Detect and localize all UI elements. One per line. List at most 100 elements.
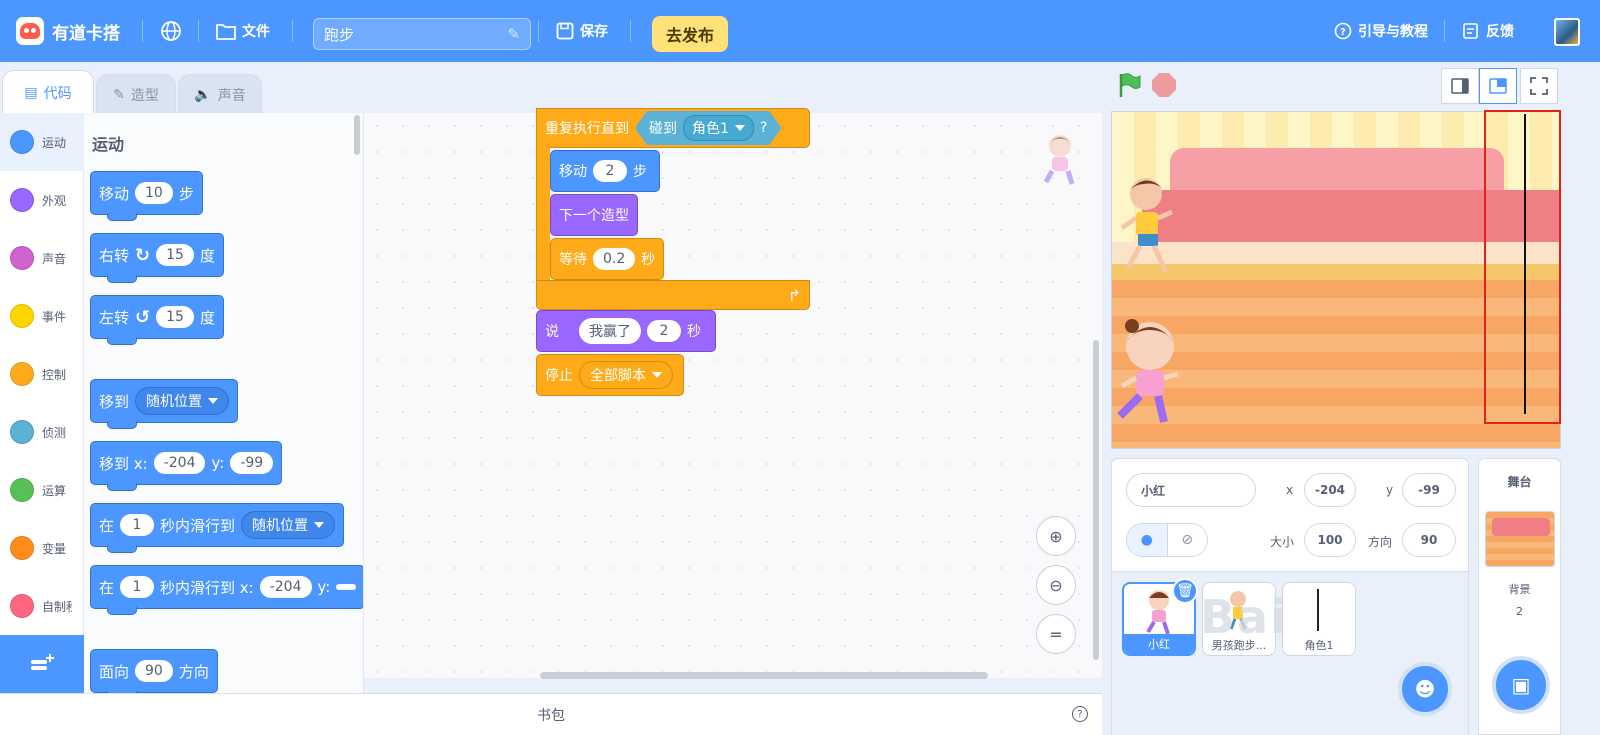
category-label: 变量 xyxy=(42,541,67,556)
category-label: 自制积木 xyxy=(42,599,72,614)
app-logo[interactable]: 有道卡搭 xyxy=(16,0,120,62)
small-stage-button[interactable] xyxy=(1441,68,1479,104)
block-glide-xy[interactable]: 在 1 秒内滑行到 x: -204 y: xyxy=(90,565,363,615)
sprite-name-field[interactable]: 小红 xyxy=(1126,473,1256,507)
category-events[interactable]: 事件 xyxy=(0,287,84,345)
publish-button[interactable]: 去发布 xyxy=(652,16,728,52)
workspace-v-scrollbar[interactable] xyxy=(1093,340,1099,660)
block-move-steps[interactable]: 移动 10 步 xyxy=(90,171,203,221)
code-workspace[interactable] xyxy=(364,113,1102,678)
block-dropdown[interactable]: 随机位置 xyxy=(241,511,336,539)
avatar[interactable] xyxy=(1554,18,1580,46)
boy-runner-sprite xyxy=(1120,178,1173,274)
tab-costumes[interactable]: ✎ 造型 xyxy=(96,74,176,114)
block-input[interactable]: 我赢了 xyxy=(579,318,641,344)
block-input[interactable]: -99 xyxy=(230,452,274,474)
speaker-icon: 🔈 xyxy=(194,86,212,103)
visibility-toggle[interactable]: ● ⊘ xyxy=(1126,523,1208,557)
category-operators[interactable]: 运算 xyxy=(0,461,84,519)
block-goto-xy[interactable]: 移到 x: -204 y: -99 xyxy=(90,441,283,491)
category-control[interactable]: 控制 xyxy=(0,345,84,403)
y-label: y xyxy=(1386,483,1394,497)
direction-field[interactable]: 90 xyxy=(1402,523,1456,557)
stop-icon[interactable] xyxy=(1152,73,1176,97)
add-extension-button[interactable] xyxy=(0,635,84,693)
feedback-button[interactable]: 反馈 xyxy=(1462,0,1514,62)
block-stop[interactable]: 停止 全部脚本 xyxy=(536,354,684,396)
block-text: 说 xyxy=(545,324,559,340)
block-dropdown[interactable]: 全部脚本 xyxy=(579,361,673,389)
category-sensing[interactable]: 侦测 xyxy=(0,403,84,461)
c-block-bottom: ↱ xyxy=(536,280,810,310)
backpack-bar[interactable]: 书包 ? xyxy=(0,693,1102,735)
sprite-tile[interactable]: 角色1 xyxy=(1282,582,1356,656)
fullscreen-button[interactable] xyxy=(1520,68,1558,104)
image-add-icon: ▣ xyxy=(1511,673,1531,697)
zoom-in-button[interactable]: ⊕ xyxy=(1036,516,1076,556)
block-next-costume[interactable]: 下一个造型 xyxy=(550,194,638,236)
block-goto[interactable]: 移到 随机位置 xyxy=(90,379,239,429)
help-icon: ? xyxy=(1334,22,1352,40)
block-input[interactable]: 90 xyxy=(135,660,173,682)
add-sprite-button[interactable]: ☻ xyxy=(1398,662,1452,716)
backdrop-thumbnail xyxy=(1485,511,1555,567)
show-button[interactable]: ● xyxy=(1127,524,1167,556)
block-point-direction[interactable]: 面向 90 方向 xyxy=(90,649,218,693)
file-menu[interactable]: 文件 xyxy=(216,0,270,62)
block-dropdown[interactable]: 角色1 xyxy=(683,115,754,141)
app-name: 有道卡搭 xyxy=(52,23,120,44)
block-input[interactable]: 15 xyxy=(156,306,194,328)
block-text: 度 xyxy=(199,246,215,265)
size-field[interactable]: 100 xyxy=(1304,523,1356,557)
language-icon[interactable] xyxy=(160,0,182,62)
green-flag-icon[interactable] xyxy=(1118,72,1142,98)
project-title-input[interactable]: 跑步 ✎ xyxy=(313,18,531,50)
block-turn-left[interactable]: 左转 ↺ 15 度 xyxy=(90,295,224,345)
normal-stage-button[interactable] xyxy=(1479,68,1517,104)
block-input[interactable]: 1 xyxy=(120,514,155,536)
finish-area-highlight xyxy=(1484,110,1561,424)
block-input[interactable]: -204 xyxy=(153,452,206,474)
block-input[interactable]: 10 xyxy=(135,182,173,204)
delete-sprite-button[interactable]: 🗑 xyxy=(1172,578,1198,604)
zoom-reset-icon: = xyxy=(1049,624,1063,644)
add-backdrop-button[interactable]: ▣ xyxy=(1492,656,1550,714)
block-touching[interactable]: 碰到 角色1 ? xyxy=(635,111,781,145)
block-say-for[interactable]: 说 我赢了 2 秒 xyxy=(536,310,716,352)
category-sound[interactable]: 声音 xyxy=(0,229,84,287)
category-my-blocks[interactable]: 自制积木 xyxy=(0,577,84,635)
tab-sounds[interactable]: 🔈 声音 xyxy=(178,74,262,114)
tab-costumes-label: 造型 xyxy=(130,87,159,104)
zoom-reset-button[interactable]: = xyxy=(1036,614,1076,654)
block-input[interactable]: 2 xyxy=(593,160,627,182)
guide-button[interactable]: ? 引导与教程 xyxy=(1334,0,1428,62)
workspace-h-scrollbar[interactable] xyxy=(540,672,988,679)
category-variables[interactable]: 变量 xyxy=(0,519,84,577)
palette-scrollbar[interactable] xyxy=(354,115,360,155)
help-icon[interactable]: ? xyxy=(1072,706,1088,722)
hide-button[interactable]: ⊘ xyxy=(1166,524,1208,556)
zoom-out-button[interactable]: ⊖ xyxy=(1036,565,1076,605)
block-wait[interactable]: 等待 0.2 秒 xyxy=(550,238,664,280)
y-field[interactable]: -99 xyxy=(1402,473,1456,507)
block-input[interactable] xyxy=(336,584,357,590)
block-text: 左转 xyxy=(99,308,130,327)
block-input[interactable]: 1 xyxy=(120,576,155,598)
block-turn-right[interactable]: 右转 ↻ 15 度 xyxy=(90,233,224,283)
category-looks[interactable]: 外观 xyxy=(0,171,84,229)
dropdown-value: 角色1 xyxy=(692,121,729,137)
save-button[interactable]: 保存 xyxy=(556,0,608,62)
block-input[interactable]: 0.2 xyxy=(593,248,635,270)
block-input[interactable]: 2 xyxy=(647,320,681,342)
block-input[interactable]: 15 xyxy=(156,244,194,266)
caret-down-icon xyxy=(208,398,219,404)
tab-code[interactable]: ▤ 代码 xyxy=(2,70,94,114)
category-label: 运算 xyxy=(42,483,67,498)
block-repeat-until[interactable]: 重复执行直到 碰到 角色1 ? xyxy=(536,108,810,148)
block-dropdown[interactable]: 随机位置 xyxy=(135,387,230,415)
category-motion[interactable]: 运动 xyxy=(0,113,84,171)
block-input[interactable]: -204 xyxy=(259,576,312,598)
block-move-steps[interactable]: 移动 2 步 xyxy=(550,150,660,192)
block-glide-to[interactable]: 在 1 秒内滑行到 随机位置 xyxy=(90,503,345,553)
x-field[interactable]: -204 xyxy=(1304,473,1356,507)
